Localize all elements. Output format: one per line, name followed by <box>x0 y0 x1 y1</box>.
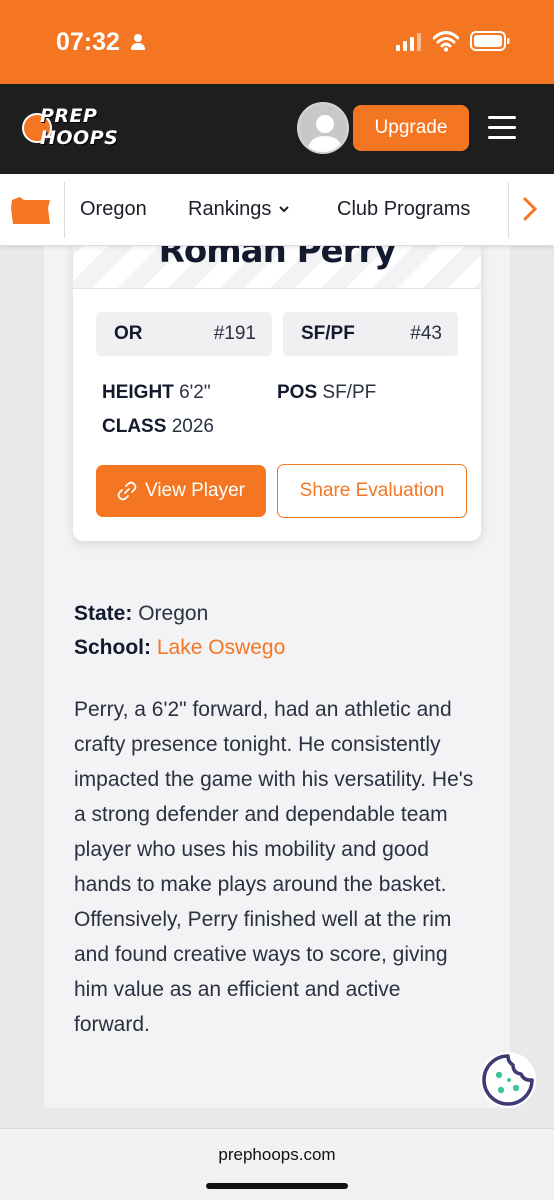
player-card: Roman Perry OR #191 SF/PF #43 HEIGHT 6'2… <box>73 205 481 541</box>
browser-bottom-bar: prephoops.com <box>0 1128 554 1200</box>
state-info-value: Oregon <box>138 602 209 625</box>
class-attribute: CLASS 2026 <box>102 416 214 438</box>
prep-hoops-logo[interactable]: PREP HOOPS <box>22 105 134 155</box>
school-info: School: Lake Oswego <box>74 636 285 660</box>
class-label: CLASS <box>102 416 167 437</box>
link-icon <box>117 481 137 501</box>
chevron-right-icon[interactable] <box>522 196 538 222</box>
class-value: 2026 <box>171 416 214 437</box>
state-info-label: State: <box>74 602 133 625</box>
logo-line-1: PREP <box>40 105 98 127</box>
hamburger-menu-icon[interactable] <box>488 116 516 140</box>
cookie-icon[interactable] <box>478 1050 538 1110</box>
state-rank-label: OR <box>114 323 143 344</box>
nav-divider <box>508 182 509 238</box>
battery-icon <box>470 31 510 51</box>
state-rank-value: #191 <box>213 323 256 344</box>
nav-item-club-programs[interactable]: Club Programs <box>337 198 470 221</box>
site-header: PREP HOOPS Upgrade <box>0 84 554 174</box>
nav-divider <box>64 182 65 238</box>
school-link[interactable]: Lake Oswego <box>157 636 285 659</box>
evaluation-text: Perry, a 6'2" forward, had an athletic a… <box>74 698 474 1036</box>
signal-icon <box>396 33 421 51</box>
url-label[interactable]: prephoops.com <box>0 1145 554 1165</box>
chevron-down-icon <box>279 206 290 213</box>
person-icon <box>131 34 145 50</box>
logo-text: PREP HOOPS <box>40 105 118 149</box>
nav-item-oregon[interactable]: Oregon <box>80 198 147 221</box>
position-rank-value: #43 <box>410 323 442 344</box>
height-value: 6'2" <box>179 382 211 403</box>
nav-item-rankings[interactable]: Rankings <box>188 198 290 221</box>
status-bar: 07:32 <box>0 0 554 84</box>
status-time: 07:32 <box>56 28 120 56</box>
oregon-state-icon[interactable] <box>10 196 52 226</box>
school-info-label: School: <box>74 636 151 659</box>
user-avatar-icon <box>299 104 347 152</box>
pos-value: SF/PF <box>322 382 377 403</box>
home-indicator[interactable] <box>206 1183 348 1189</box>
state-rank-box: OR #191 <box>96 312 272 356</box>
view-player-label: View Player <box>145 480 245 501</box>
logo-line-2: HOOPS <box>40 127 119 149</box>
nav-item-rankings-label: Rankings <box>188 198 272 220</box>
position-rank-box: SF/PF #43 <box>283 312 458 356</box>
position-attribute: POS SF/PF <box>277 382 376 404</box>
state-info: State: Oregon <box>74 602 208 626</box>
height-label: HEIGHT <box>102 382 174 403</box>
nav-bar: Oregon Rankings Club Programs <box>0 174 554 246</box>
height-attribute: HEIGHT 6'2" <box>102 382 211 404</box>
share-evaluation-button[interactable]: Share Evaluation <box>277 464 467 518</box>
pos-label: POS <box>277 382 318 403</box>
upgrade-button[interactable]: Upgrade <box>353 105 469 151</box>
avatar[interactable] <box>297 102 349 154</box>
wifi-icon <box>433 31 459 52</box>
view-player-button[interactable]: View Player <box>96 465 266 517</box>
position-rank-label: SF/PF <box>301 323 355 344</box>
